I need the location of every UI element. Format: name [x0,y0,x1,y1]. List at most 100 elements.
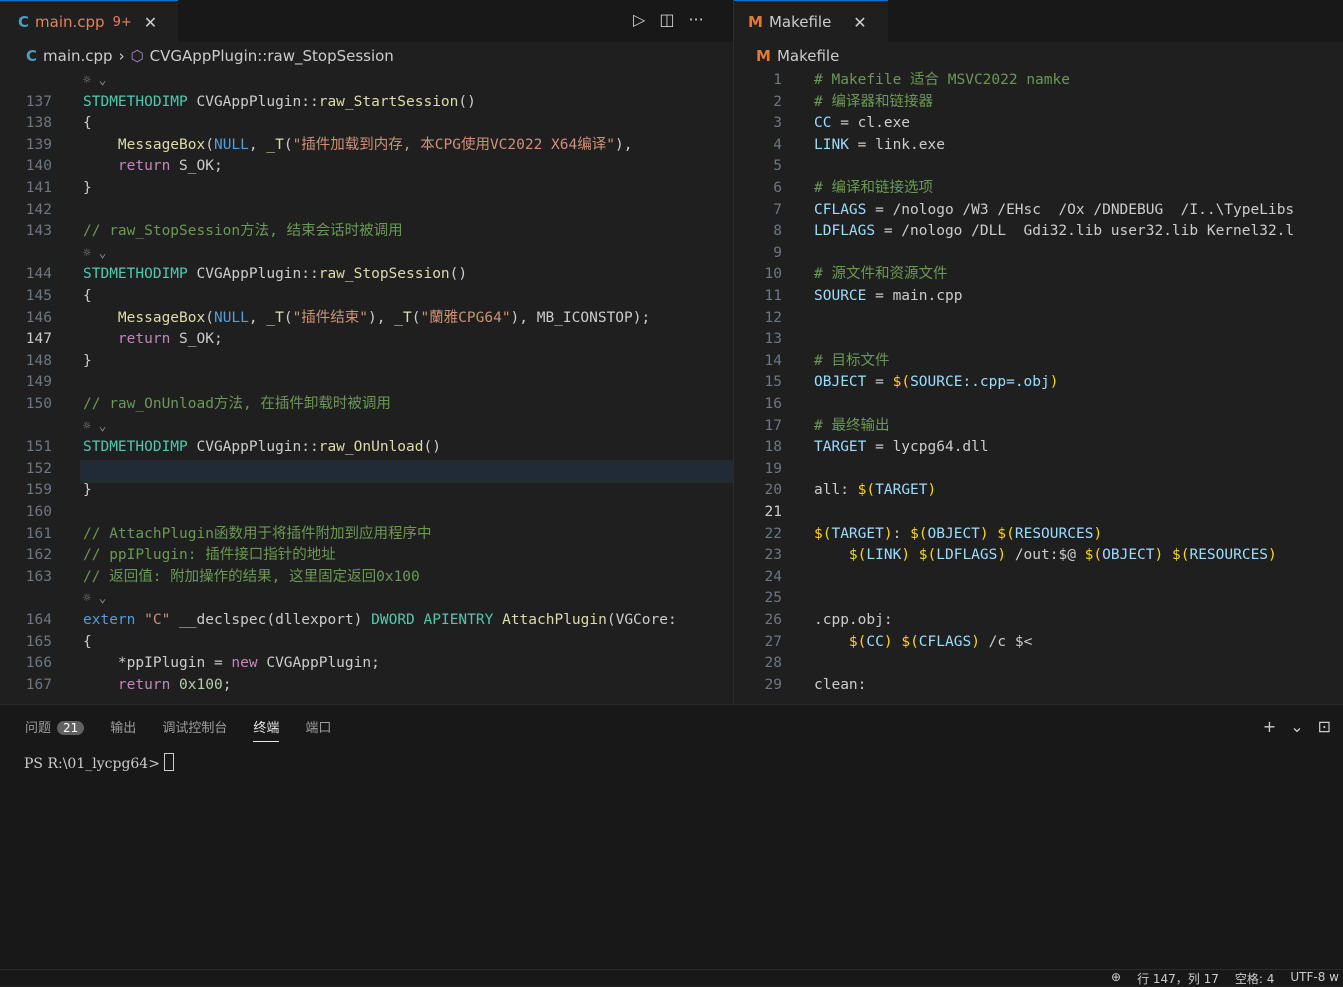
code-line[interactable]: 5 [734,156,1343,178]
zoom-icon[interactable]: ⊕ [1111,970,1121,987]
code-line[interactable]: 22 $(TARGET): $(OBJECT) $(RESOURCES) [734,524,1343,546]
close-icon[interactable]: ✕ [144,13,157,32]
code-line[interactable]: 29 clean: [734,675,1343,697]
code-text: return S_OK; [117,331,223,348]
code-line[interactable]: 139 MessageBox(NULL, _T("插件加载到内存, 本CPG使用… [0,135,733,157]
code-line[interactable]: 28 [734,653,1343,675]
code-line[interactable]: 17 # 最终输出 [734,416,1343,438]
code-line[interactable]: 2 # 编译器和链接器 [734,92,1343,114]
code-line[interactable]: 9 [734,243,1343,265]
terminal-output[interactable]: PS R:\01_lycpg64> [24,753,174,772]
code-line[interactable]: 159} [0,480,733,502]
code-line[interactable]: 143 // raw_StopSession方法, 结束会话时被调用 [0,221,733,243]
code-line[interactable]: 149 [0,372,733,394]
code-line[interactable]: 3 CC = cl.exe [734,113,1343,135]
more-icon[interactable]: ··· [688,10,703,29]
code-line[interactable]: 7 CFLAGS = /nologo /W3 /EHsc /Ox /DNDEBUG… [734,200,1343,222]
code-line[interactable]: 27 $(CC) $(CFLAGS) /c $< [734,632,1343,654]
code-line[interactable]: 23 $(LINK) $(LDFLAGS) /out:$@ $(OBJECT) … [734,545,1343,567]
line-number: 145 [25,288,52,304]
code-line[interactable]: 16 [734,394,1343,416]
encoding[interactable]: UTF-8 w [1290,970,1339,987]
code-line[interactable]: 25 [734,588,1343,610]
codelens-icon[interactable]: ☼ ⌄ [83,588,106,610]
tab-main-cpp[interactable]: C main.cpp 9+ ✕ [0,0,178,43]
code-line[interactable]: 148} [0,351,733,373]
code-line[interactable]: 141} [0,178,733,200]
tab-output[interactable]: 输出 [110,717,136,742]
code-line[interactable]: 147 return S_OK; [0,329,733,351]
breadcrumb-symbol[interactable]: CVGAppPlugin::raw_StopSession [150,47,394,65]
code-text: clean: [814,676,867,693]
run-icon[interactable]: ▷ [633,10,645,29]
code-line[interactable]: 138 { [0,113,733,135]
tab-terminal[interactable]: 终端 [253,717,280,742]
code-line[interactable]: 164 extern "C" __declspec(dllexport) DWOR… [0,610,733,632]
code-line[interactable]: 20 all: $(TARGET) [734,480,1343,502]
code-line[interactable]: 6 # 编译和链接选项 [734,178,1343,200]
close-icon[interactable]: ✕ [853,13,866,32]
indentation[interactable]: 空格: 4 [1235,970,1275,987]
code-line[interactable]: ☼ ⌄ [0,588,733,610]
cursor-position[interactable]: 行 147，列 17 [1137,970,1219,987]
code-line[interactable]: 162 // ppIPlugin: 插件接口指针的地址 [0,545,733,567]
code-line[interactable]: 163 // 返回值: 附加操作的结果, 这里固定返回0x100 [0,567,733,589]
code-line[interactable]: 150 // raw_OnUnload方法, 在插件卸载时被调用 [0,394,733,416]
code-line[interactable]: ☼ ⌄ [0,416,733,438]
code-line[interactable]: 18 TARGET = lycpg64.dll [734,437,1343,459]
code-line[interactable]: 12 [734,308,1343,330]
code-line[interactable]: 167 return 0x100; [0,675,733,697]
code-line[interactable]: 15 OBJECT = $(SOURCE:.cpp=.obj) [734,372,1343,394]
tab-makefile[interactable]: M Makefile ✕ [734,0,888,43]
code-line[interactable]: 11 SOURCE = main.cpp [734,286,1343,308]
code-line[interactable]: 166 *ppIPlugin = new CVGAppPlugin; [0,653,733,675]
line-number: 19 [764,460,782,477]
code-line[interactable]: ☼ ⌄ [0,70,733,92]
method-icon: ⬡ [130,47,144,65]
chevron-down-icon[interactable]: ⌄ [1290,717,1303,736]
code-line[interactable]: 142 [0,200,733,222]
code-line[interactable]: 10 # 源文件和资源文件 [734,264,1343,286]
tab-debug-console[interactable]: 调试控制台 [162,717,227,742]
codelens-icon[interactable]: ☼ ⌄ [83,243,106,265]
code-text: # 最终输出 [814,417,890,434]
codelens-icon[interactable]: ☼ ⌄ [83,70,106,92]
left-editor[interactable]: ☼ ⌄ 137 STDMETHODIMP CVGAppPlugin::raw_Sta… [0,70,733,704]
line-number: 161 [25,525,52,542]
code-line[interactable]: 140 return S_OK; [0,156,733,178]
code-line[interactable]: 144 STDMETHODIMP CVGAppPlugin::raw_StopSe… [0,264,733,286]
breadcrumb-file[interactable]: Makefile [777,47,839,65]
code-line[interactable]: ☼ ⌄ [0,243,733,265]
code-line[interactable]: 1 # Makefile 适合 MSVC2022 namke [734,70,1343,92]
code-line[interactable]: 4 LINK = link.exe [734,135,1343,157]
code-line[interactable]: 165 { [0,632,733,654]
tab-ports[interactable]: 端口 [305,717,331,742]
code-line[interactable]: 19 [734,459,1343,481]
line-number: 11 [764,288,782,304]
code-line[interactable]: 145 { [0,286,733,308]
code-text: $(LINK) $(LDFLAGS) /out:$@ $(OBJECT) $(R… [848,547,1277,564]
code-line[interactable]: 137 STDMETHODIMP CVGAppPlugin::raw_StartS… [0,92,733,114]
code-line[interactable]: 21 [734,502,1343,524]
codelens-icon[interactable]: ☼ ⌄ [83,416,106,438]
add-terminal-icon[interactable]: + [1263,717,1276,736]
problems-count-badge: 21 [57,721,85,735]
code-line[interactable]: 8 LDFLAGS = /nologo /DLL Gdi32.lib user32… [734,221,1343,243]
terminal-icon[interactable]: ⊡ [1318,717,1331,736]
line-number: 4 [773,136,782,153]
breadcrumb-file[interactable]: main.cpp [43,47,113,65]
right-editor[interactable]: 1 # Makefile 适合 MSVC2022 namke 2 # 编译器和链接器 3… [734,70,1343,704]
code-line[interactable]: 160 [0,502,733,524]
tab-problems[interactable]: 问题 21 [25,717,85,742]
line-number: 148 [25,352,52,369]
line-number: 138 [25,115,52,132]
code-line[interactable]: 13 [734,329,1343,351]
code-line[interactable]: 146 MessageBox(NULL, _T("插件结束"), _T("蘭雅C… [0,308,733,330]
code-line[interactable]: 14 # 目标文件 [734,351,1343,373]
code-line[interactable]: 24 [734,567,1343,589]
line-number: 160 [25,504,52,520]
split-editor-icon[interactable]: ◫ [659,10,674,29]
code-line[interactable]: 26 .cpp.obj: [734,610,1343,632]
code-line[interactable]: 151 STDMETHODIMP CVGAppPlugin::raw_OnUnlo… [0,437,733,459]
code-line[interactable]: 161 // AttachPlugin函数用于将插件附加到应用程序中 [0,524,733,546]
